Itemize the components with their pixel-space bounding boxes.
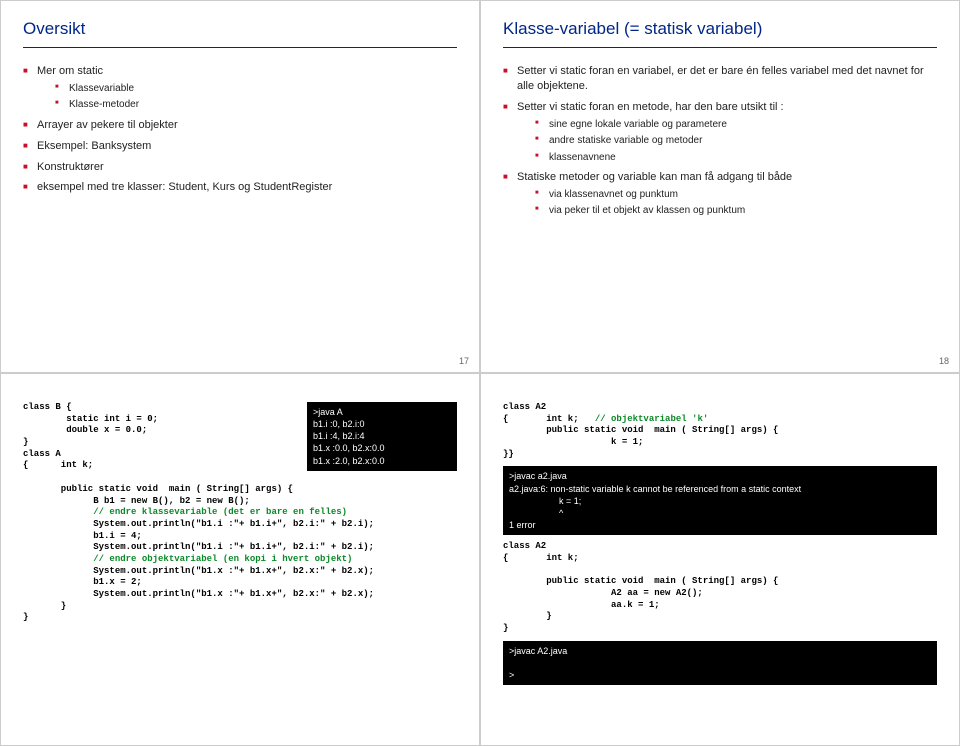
list-item: Konstruktører — [23, 160, 457, 175]
list-item: Klasse-metoder — [55, 98, 457, 112]
slide-title: Oversikt — [23, 19, 457, 39]
item-text: Setter vi static foran en variabel, er d… — [517, 65, 924, 92]
title-rule — [503, 47, 937, 48]
code-text: System.out.println("b1.i :"+ b1.i+", b2.… — [23, 519, 374, 552]
slide-code-example-a2: class A2 { int k; // objektvariabel 'k' … — [480, 373, 960, 746]
list-item: Klassevariable — [55, 82, 457, 96]
slide-klasse-variabel: Klasse-variabel (= statisk variabel) Set… — [480, 0, 960, 373]
item-text: sine egne lokale variable og parametere — [549, 119, 727, 130]
item-text: eksempel med tre klasser: Student, Kurs … — [37, 181, 332, 193]
code-comment: // endre klassevariable (det er bare en … — [23, 507, 347, 517]
code-comment: // objektvariabel 'k' — [595, 414, 708, 424]
item-text: via peker til et objekt av klassen og pu… — [549, 205, 745, 216]
list-item: Arrayer av pekere til objekter — [23, 118, 457, 133]
list-item: Statiske metoder og variable kan man få … — [503, 170, 937, 218]
list-item: via klassenavnet og punktum — [535, 188, 937, 202]
item-text: Mer om static — [37, 65, 103, 77]
list-item: eksempel med tre klasser: Student, Kurs … — [23, 180, 457, 195]
terminal-output: >java A b1.i :0, b2.i:0 b1.i :4, b2.i:4 … — [307, 402, 457, 471]
code-text: public static void main ( String[] args)… — [503, 425, 778, 458]
item-text: Klasse-metoder — [69, 99, 139, 110]
slide-oversikt: Oversikt Mer om static Klassevariable Kl… — [0, 0, 480, 373]
item-text: Konstruktører — [37, 161, 104, 173]
slide-code-example-a: class B { static int i = 0; double x = 0… — [0, 373, 480, 746]
terminal-output: >javac A2.java > — [503, 641, 937, 685]
item-text: Klassevariable — [69, 83, 134, 94]
code-text: class A2 { int k; — [503, 402, 595, 424]
code-comment: // endre objektvariabel (en kopi i hvert… — [23, 554, 352, 564]
list-item: via peker til et objekt av klassen og pu… — [535, 204, 937, 218]
code-col: class B { static int i = 0; double x = 0… — [23, 402, 295, 484]
item-text: klassenavnene — [549, 152, 616, 163]
code-text: System.out.println("b1.x :"+ b1.x+", b2.… — [23, 566, 374, 623]
slide-number: 18 — [939, 356, 949, 366]
code-block: public static void main ( String[] args)… — [23, 484, 457, 624]
list-item: Mer om static Klassevariable Klasse-meto… — [23, 64, 457, 112]
code-block: class A2 { int k; public static void mai… — [503, 541, 937, 635]
list-item: Eksempel: Banksystem — [23, 139, 457, 154]
bullet-list: Mer om static Klassevariable Klasse-meto… — [23, 64, 457, 195]
item-text: Setter vi static foran en metode, har de… — [517, 101, 784, 113]
code-row: class B { static int i = 0; double x = 0… — [23, 402, 457, 484]
list-item: sine egne lokale variable og parametere — [535, 118, 937, 132]
title-rule — [23, 47, 457, 48]
list-item: andre statiske variable og metoder — [535, 134, 937, 148]
item-text: Statiske metoder og variable kan man få … — [517, 171, 792, 183]
bullet-list: Setter vi static foran en variabel, er d… — [503, 64, 937, 218]
item-text: andre statiske variable og metoder — [549, 135, 702, 146]
slide-number: 17 — [459, 356, 469, 366]
item-text: Arrayer av pekere til objekter — [37, 119, 178, 131]
terminal-col: >java A b1.i :0, b2.i:0 b1.i :4, b2.i:4 … — [307, 402, 457, 471]
item-text: via klassenavnet og punktum — [549, 189, 678, 200]
item-text: Eksempel: Banksystem — [37, 140, 151, 152]
slide-title: Klasse-variabel (= statisk variabel) — [503, 19, 937, 39]
code-block: class A2 { int k; // objektvariabel 'k' … — [503, 402, 937, 460]
code-text: public static void main ( String[] args)… — [23, 484, 293, 506]
code-wrap: class A2 { int k; // objektvariabel 'k' … — [503, 402, 937, 685]
terminal-output: >javac a2.java a2.java:6: non-static var… — [503, 466, 937, 535]
code-block: class B { static int i = 0; double x = 0… — [23, 402, 295, 484]
list-item: Setter vi static foran en variabel, er d… — [503, 64, 937, 94]
list-item: Setter vi static foran en metode, har de… — [503, 100, 937, 164]
list-item: klassenavnene — [535, 151, 937, 165]
